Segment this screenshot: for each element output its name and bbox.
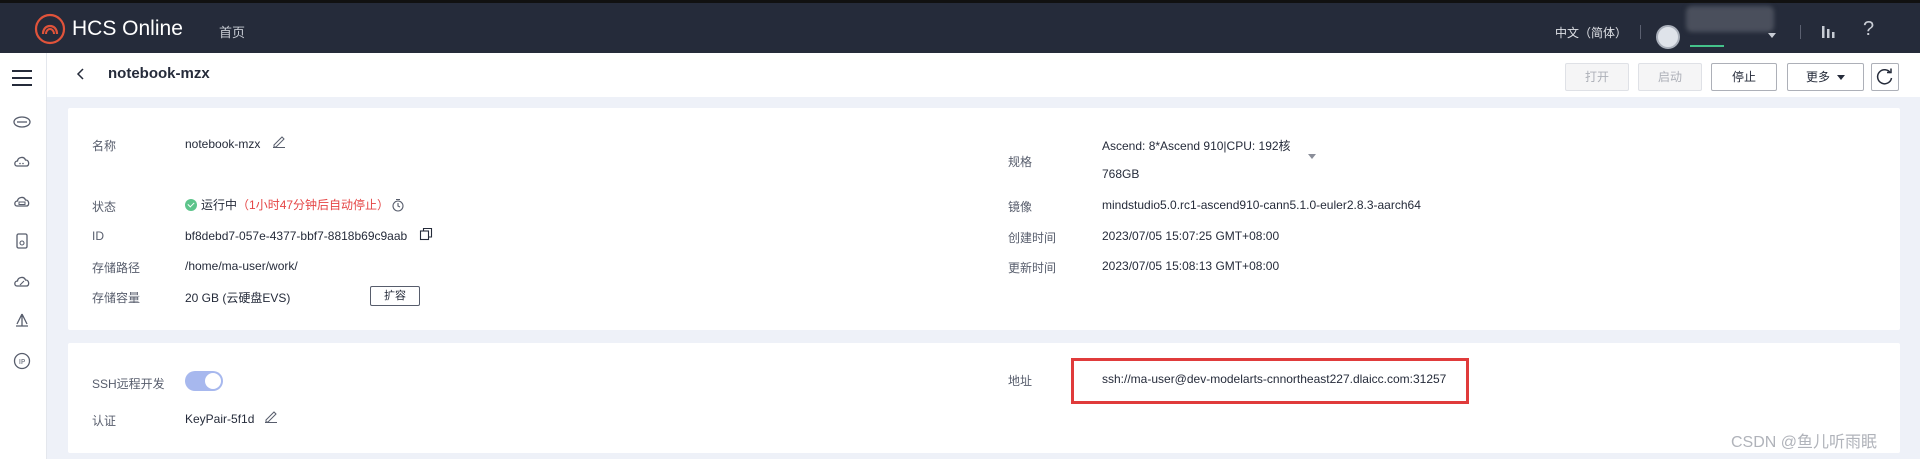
user-avatar[interactable] [1656,25,1680,49]
ip-address-icon[interactable]: IP [12,351,32,371]
ssh-address-value[interactable]: ssh://ma-user@dev-modelarts-cnnortheast2… [1102,372,1446,386]
timer-icon[interactable] [391,198,405,212]
hcs-logo-icon[interactable] [34,13,66,45]
notebook-details-card: 名称 notebook-mzx 状态 运行中（1小时47分钟后自动停止） ID … [68,108,1900,330]
page-header: notebook-mzx 打开 启动 停止 更多 [47,53,1920,97]
name-label: 名称 [92,139,117,153]
spec-value-line1: Ascend: 8*Ascend 910|CPU: 192核 [1102,139,1291,153]
more-button[interactable]: 更多 [1787,63,1864,91]
spec-dropdown-icon[interactable] [1308,154,1316,159]
auto-stop-note: （1小时47分钟后自动停止） [237,198,390,212]
created-time-value: 2023/07/05 15:07:25 GMT+08:00 [1102,229,1280,243]
created-time-label: 创建时间 [1008,231,1057,245]
refresh-icon [1876,68,1893,85]
help-icon[interactable]: ? [1863,18,1874,41]
auth-label: 认证 [92,414,117,428]
image-value: mindstudio5.0.rc1-ascend910-cann5.1.0-eu… [1102,198,1421,212]
page-title: notebook-mzx [108,65,210,82]
top-navbar: HCS Online 首页 中文（简体） ? [0,0,1920,53]
status-label: 状态 [92,200,117,214]
svg-text:IP: IP [19,358,25,366]
database-cloud-icon[interactable] [12,191,32,211]
more-button-label: 更多 [1805,70,1830,84]
storage-icon[interactable] [12,231,32,251]
storage-capacity-label: 存储容量 [92,291,141,305]
id-value: bf8debd7-057e-4377-bbf7-8818b69c9aab [185,229,408,243]
storage-capacity-value: 20 GB (云硬盘EVS) [185,291,291,305]
left-sidebar: IP [0,53,47,459]
cloud-network-icon[interactable] [12,271,32,291]
expand-capacity-button[interactable]: 扩容 [370,286,420,306]
brand-name[interactable]: HCS Online [72,17,183,41]
spec-value-line2: 768GB [1102,167,1140,181]
edit-auth-icon[interactable] [264,409,278,423]
open-button[interactable]: 打开 [1565,63,1629,91]
edit-name-icon[interactable] [272,134,286,148]
divider [1640,25,1641,39]
language-selector[interactable]: 中文（简体） [1555,24,1627,41]
name-value: notebook-mzx [185,137,261,151]
auth-value: KeyPair-5f1d [185,412,255,426]
user-status-bar [1690,45,1724,47]
cloud-server-icon[interactable] [12,111,32,131]
watermark: CSDN @鱼儿听雨眠 [1731,434,1878,451]
updated-time-label: 更新时间 [1008,261,1057,275]
id-label: ID [92,229,104,243]
back-arrow-icon[interactable] [74,66,88,82]
status-value: 运行中（1小时47分钟后自动停止） [185,196,389,213]
menu-icon[interactable] [12,70,32,86]
deploy-icon[interactable] [12,311,32,331]
stop-button[interactable]: 停止 [1711,63,1777,91]
spec-label: 规格 [1008,155,1033,169]
storage-path-value: /home/ma-user/work/ [185,259,298,273]
bar-chart-icon[interactable] [1820,22,1838,40]
user-menu-caret-icon[interactable] [1768,33,1776,38]
ssh-remote-toggle[interactable] [185,371,223,391]
copy-icon[interactable] [419,227,433,241]
image-label: 镜像 [1008,200,1033,214]
updated-time-value: 2023/07/05 15:08:13 GMT+08:00 [1102,259,1280,273]
start-button[interactable]: 启动 [1638,63,1702,91]
ssh-settings-card: SSH远程开发 认证 KeyPair-5f1d 地址 ssh://ma-user… [68,343,1900,453]
cloud-icon[interactable] [12,151,32,171]
username-blurred[interactable] [1686,6,1774,32]
status-text: 运行中 [201,198,238,212]
chevron-down-icon [1837,75,1845,81]
address-label: 地址 [1008,374,1033,388]
divider [1800,25,1801,39]
storage-path-label: 存储路径 [92,261,141,275]
home-link[interactable]: 首页 [219,22,245,41]
refresh-button[interactable] [1871,63,1899,91]
ssh-remote-label: SSH远程开发 [92,377,165,391]
running-status-icon [185,199,197,211]
